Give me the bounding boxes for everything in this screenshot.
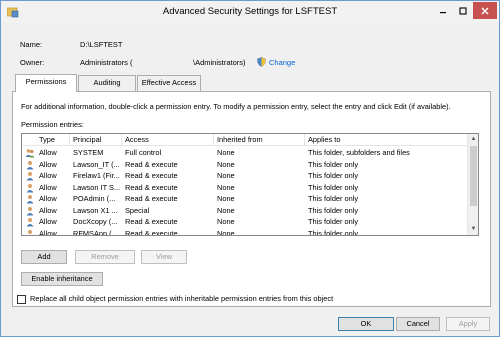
cell-applies-to: This folder only [308, 171, 359, 180]
column-header-principal[interactable]: Principal [70, 134, 122, 146]
tab-auditing[interactable]: Auditing [78, 75, 136, 91]
cell-principal: SYSTEM [73, 148, 104, 157]
cell-inherited-from: None [217, 182, 235, 192]
cell-inherited-from: None [217, 194, 235, 203]
owner-value-suffix: \Administrators) [193, 58, 246, 67]
users-icon [25, 149, 35, 158]
user-icon [26, 195, 34, 204]
scroll-up-arrow-icon[interactable]: ▲ [470, 136, 477, 143]
column-header-type[interactable]: Type [36, 134, 70, 146]
cell-inherited-from: None [217, 228, 235, 236]
title-bar: Advanced Security Settings for LSFTEST [1, 1, 499, 23]
vertical-scrollbar[interactable]: ▲ ▼ [467, 134, 478, 235]
table-row[interactable]: Allow SYSTEM Full control None This fold… [22, 147, 468, 159]
enable-inheritance-button[interactable]: Enable inheritance [21, 272, 103, 286]
replace-child-permissions-label: Replace all child object permission entr… [30, 294, 334, 303]
table-row[interactable]: Allow POAdmin (... Read & execute None T… [22, 193, 468, 205]
user-icon [28, 229, 32, 234]
cancel-button[interactable]: Cancel [396, 317, 440, 331]
cell-type: Allow [39, 205, 57, 215]
permissions-panel: For additional information, double-click… [12, 91, 491, 307]
cell-principal: RFMSApp (... [73, 228, 118, 236]
cell-inherited-from: None [217, 148, 235, 157]
view-button[interactable]: View [141, 250, 187, 264]
table-row[interactable]: Allow Firelaw1 (Fir... Read & execute No… [22, 170, 468, 182]
maximize-button[interactable] [453, 2, 473, 19]
cell-access: Read & execute [125, 228, 178, 236]
cell-access: Read & execute [125, 194, 178, 203]
cell-inherited-from: None [217, 217, 235, 226]
cell-type: Allow [39, 217, 57, 226]
cell-principal: POAdmin (... [73, 194, 116, 203]
tab-effective-access[interactable]: Effective Access [137, 75, 201, 91]
window-title: Advanced Security Settings for LSFTEST [162, 6, 338, 17]
cell-inherited-from: None [217, 159, 235, 169]
cell-applies-to: This folder, subfolders and files [308, 148, 410, 157]
tab-permissions[interactable]: Permissions [15, 74, 77, 92]
user-icon [26, 183, 34, 192]
minimize-button[interactable] [433, 2, 453, 19]
change-link-text: Change [269, 57, 296, 67]
cell-principal: DocXcopy (... [73, 217, 118, 226]
table-row[interactable]: Allow Lawson_IT (... Read & execute None… [22, 159, 468, 171]
cell-type: Allow [39, 159, 57, 169]
change-owner-link[interactable]: Change [257, 57, 295, 67]
close-button[interactable] [473, 2, 497, 19]
replace-child-permissions-checkbox[interactable] [17, 295, 26, 304]
cell-type: Allow [39, 228, 57, 236]
cell-access: Special [125, 205, 150, 215]
user-icon [26, 172, 34, 181]
cell-applies-to: This folder only [308, 205, 359, 215]
minimize-icon [440, 11, 446, 13]
cell-inherited-from: None [217, 171, 235, 180]
cell-access: Read & execute [125, 217, 178, 226]
table-row[interactable]: Allow DocXcopy (... Read & execute None … [22, 216, 468, 228]
cell-type: Allow [39, 148, 57, 157]
permission-entries-label: Permission entries: [21, 120, 84, 129]
table-row[interactable]: Allow Lawson IT S... Read & execute None… [22, 182, 468, 194]
column-header-access[interactable]: Access [122, 134, 214, 146]
scroll-down-arrow-icon[interactable]: ▼ [470, 226, 477, 233]
user-icon [26, 160, 34, 169]
permission-entries-list[interactable]: Type Principal Access Inherited from App… [21, 133, 479, 236]
name-label: Name: [20, 40, 43, 49]
shield-icon [257, 57, 266, 67]
cell-type: Allow [39, 171, 57, 180]
list-header: Type Principal Access Inherited from App… [22, 134, 468, 146]
user-icon [26, 206, 34, 215]
cell-applies-to: This folder only [308, 194, 359, 203]
cell-access: Full control [125, 148, 162, 157]
cell-principal: Lawson X1 ... [73, 205, 118, 215]
remove-button[interactable]: Remove [75, 250, 135, 264]
ok-button[interactable]: OK [338, 317, 394, 331]
table-row[interactable]: Allow RFMSApp (... Read & execute None T… [22, 228, 468, 236]
owner-value: Administrators ( [80, 58, 133, 67]
cell-principal: Lawson IT S... [73, 182, 121, 192]
owner-label: Owner: [20, 58, 45, 67]
column-header-applies-to[interactable]: Applies to [305, 134, 468, 146]
name-value: D:\LSFTEST [80, 40, 123, 49]
cell-applies-to: This folder only [308, 182, 359, 192]
user-icon [26, 218, 34, 227]
advanced-security-dialog: Advanced Security Settings for LSFTEST N… [0, 0, 500, 337]
cell-principal: Firelaw1 (Fir... [73, 171, 120, 180]
scrollbar-thumb[interactable] [470, 146, 477, 206]
cell-access: Read & execute [125, 159, 178, 169]
close-icon [481, 7, 489, 14]
apply-button[interactable]: Apply [446, 317, 490, 331]
cell-applies-to: This folder only [308, 217, 359, 226]
add-button[interactable]: Add [21, 250, 67, 264]
cell-type: Allow [39, 194, 57, 203]
cell-principal: Lawson_IT (... [73, 159, 120, 169]
column-header-inherited-from[interactable]: Inherited from [214, 134, 305, 146]
cell-access: Read & execute [125, 182, 178, 192]
info-text: For additional information, double-click… [21, 102, 451, 111]
cell-applies-to: This folder only [308, 228, 359, 236]
table-row[interactable]: Allow Lawson X1 ... Special None This fo… [22, 205, 468, 217]
cell-inherited-from: None [217, 205, 235, 215]
cell-type: Allow [39, 182, 57, 192]
maximize-icon [459, 6, 467, 15]
cell-applies-to: This folder only [308, 159, 359, 169]
cell-access: Read & execute [125, 171, 178, 180]
